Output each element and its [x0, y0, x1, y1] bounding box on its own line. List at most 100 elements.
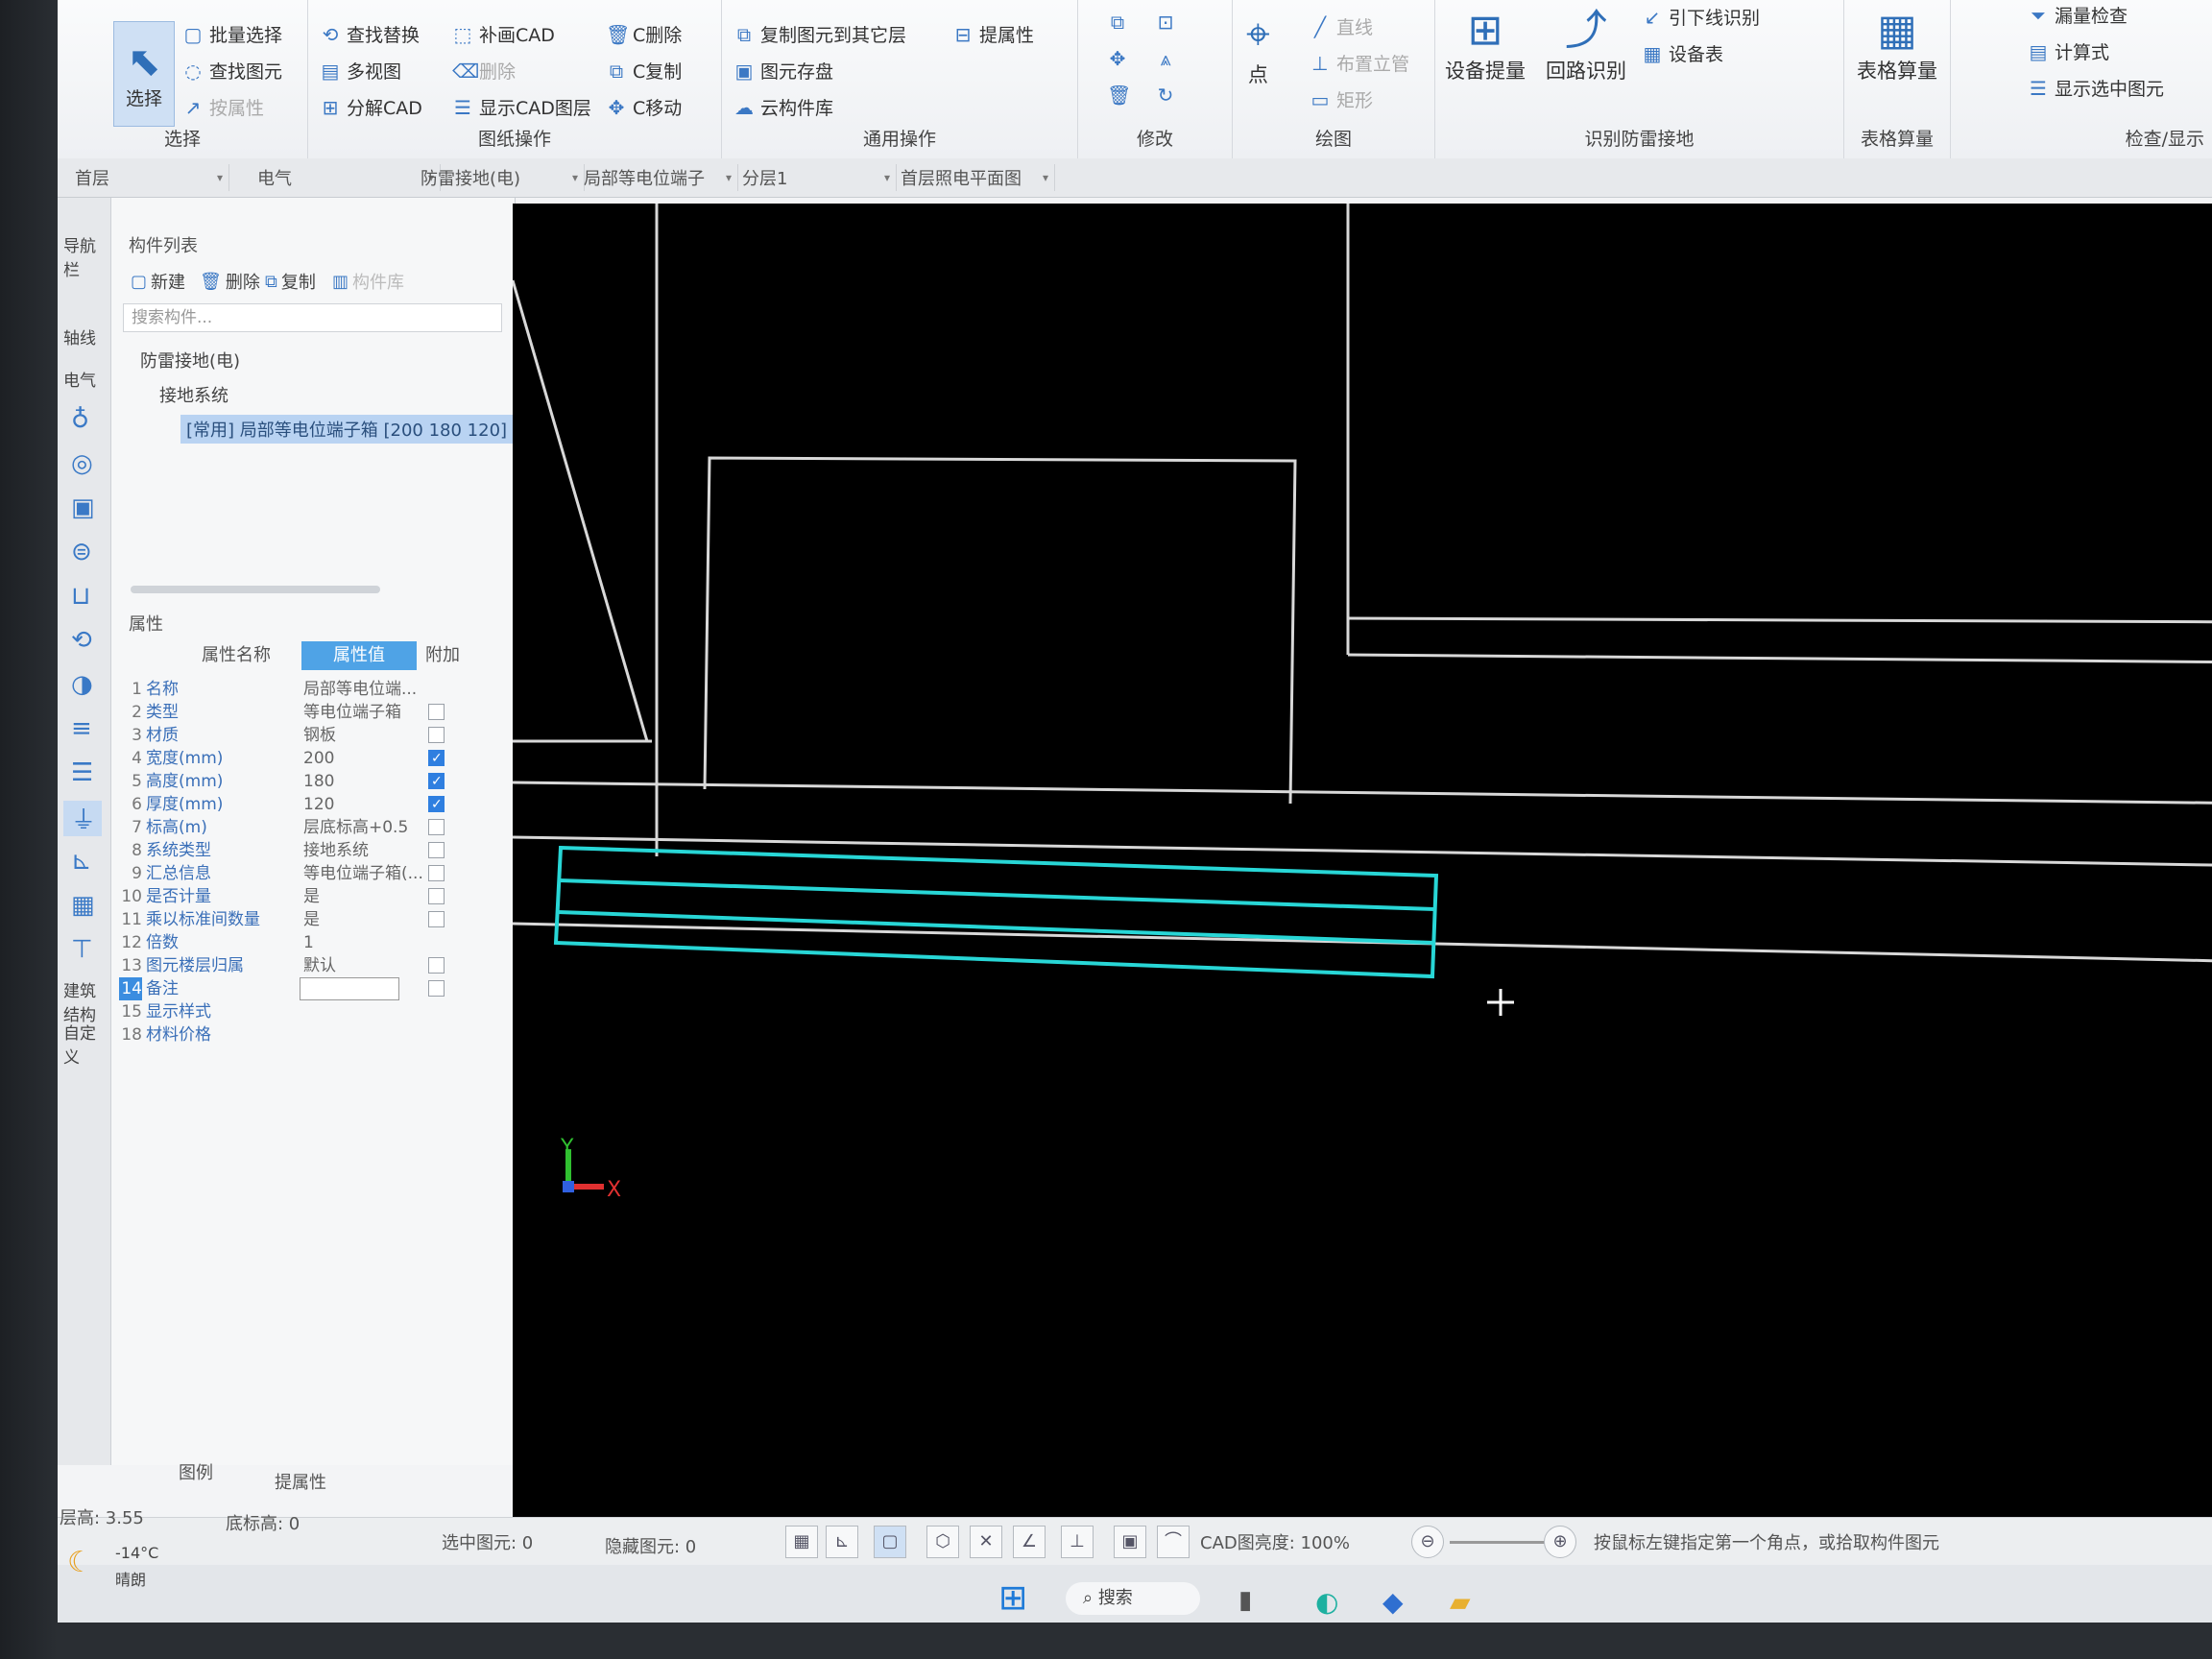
folder-icon[interactable]: ▰: [1450, 1586, 1471, 1618]
property-add-checkbox[interactable]: [428, 957, 445, 974]
explode-cad-button[interactable]: ⊞ 分解CAD: [320, 94, 422, 120]
property-row[interactable]: 5 高度(mm) 180: [111, 770, 515, 793]
lamp-icon[interactable]: ♁: [71, 405, 89, 434]
socket-icon[interactable]: ◎: [71, 449, 93, 478]
show-selected-button[interactable]: ☰ 显示选中图元: [2028, 75, 2164, 101]
table-calc-button[interactable]: ▦ 表格算量: [1844, 6, 1950, 84]
tab-pick-attr[interactable]: 提属性: [275, 1469, 326, 1494]
property-value[interactable]: 120: [303, 793, 334, 816]
property-add-checkbox[interactable]: [428, 865, 445, 881]
property-add-checkbox[interactable]: [428, 980, 445, 997]
app-icon[interactable]: ◆: [1382, 1586, 1404, 1618]
rotate-tool-button[interactable]: ↻: [1155, 84, 1176, 106]
property-value[interactable]: 默认: [303, 954, 336, 977]
component-library-button[interactable]: ▥ 构件库: [332, 269, 404, 294]
property-add-checkbox[interactable]: [428, 704, 445, 720]
cad-canvas[interactable]: X Y: [513, 204, 2212, 1517]
list-scrollbar[interactable]: [131, 586, 380, 593]
property-row[interactable]: 14 备注: [111, 977, 515, 1000]
property-row[interactable]: 2 类型 等电位端子箱: [111, 701, 515, 724]
property-add-checkbox[interactable]: [428, 747, 445, 770]
c-copy-button[interactable]: ⧉ C复制: [606, 58, 682, 84]
property-row[interactable]: 1 名称 局部等电位端...: [111, 678, 515, 701]
save-element-button[interactable]: ▣ 图元存盘: [733, 58, 833, 84]
zoom-in-icon[interactable]: ⊕: [1544, 1526, 1576, 1558]
delete-tool-button[interactable]: 🗑: [1107, 84, 1131, 106]
property-row[interactable]: 7 标高(m) 层底标高+0.5: [111, 816, 515, 839]
copy-tool-button[interactable]: ⧉: [1107, 12, 1128, 33]
connector-icon[interactable]: ⊾: [71, 847, 92, 876]
find-element-button[interactable]: ◌ 查找图元: [182, 58, 282, 84]
cloud-library-button[interactable]: ☁ 云构件库: [733, 94, 833, 120]
property-value[interactable]: 180: [303, 770, 334, 793]
layer-toggle-icon[interactable]: ▣: [1114, 1526, 1146, 1558]
property-value[interactable]: 1: [303, 931, 314, 954]
c-delete-button[interactable]: 🗑 C删除: [606, 21, 682, 47]
windows-start-icon[interactable]: ⊞: [998, 1578, 1027, 1618]
nav-axis[interactable]: 轴线: [63, 325, 96, 349]
property-value[interactable]: 层底标高+0.5: [303, 816, 408, 839]
property-value[interactable]: 钢板: [303, 724, 336, 747]
copy-component-button[interactable]: ⧉ 复制: [265, 269, 316, 294]
taskbar-search[interactable]: ⌕ 搜索: [1066, 1582, 1200, 1615]
arc-icon[interactable]: ⌒: [1157, 1526, 1190, 1558]
tree-child[interactable]: 接地系统: [159, 382, 228, 407]
find-replace-button[interactable]: ⟲ 查找替换: [320, 21, 420, 47]
device-icon[interactable]: ◑: [71, 670, 93, 699]
property-add-checkbox[interactable]: [428, 911, 445, 927]
property-add-checkbox[interactable]: [428, 842, 445, 858]
nav-custom[interactable]: 自定义: [63, 1020, 110, 1068]
property-value[interactable]: 局部等电位端...: [303, 678, 417, 701]
dim-icon[interactable]: ⊥: [1061, 1526, 1094, 1558]
device-count-button[interactable]: ⊞ 设备提量: [1445, 6, 1526, 84]
selected-terminal-box[interactable]: [553, 845, 1439, 979]
rect-button[interactable]: ▭ 矩形: [1310, 86, 1373, 112]
conduit-icon[interactable]: ☰: [71, 758, 93, 787]
mirror-tool-button[interactable]: ⩓: [1155, 48, 1176, 69]
by-attr-button[interactable]: ↗ 按属性: [182, 94, 264, 120]
property-add-checkbox[interactable]: [428, 793, 445, 816]
missing-check-button[interactable]: ⏷ 漏量检查: [2028, 2, 2128, 28]
mesh-icon[interactable]: ▦: [71, 891, 95, 920]
pick-attr-button[interactable]: ⊟ 提属性: [952, 21, 1034, 47]
property-row[interactable]: 10 是否计量 是: [111, 885, 515, 908]
point-button[interactable]: ⌖ 点: [1246, 10, 1270, 88]
downconductor-identify-button[interactable]: ↙ 引下线识别: [1642, 4, 1760, 30]
property-value[interactable]: 接地系统: [303, 839, 369, 862]
property-add-checkbox[interactable]: [428, 888, 445, 904]
property-row[interactable]: 8 系统类型 接地系统: [111, 839, 515, 862]
tree-root[interactable]: 防雷接地(电): [140, 348, 240, 373]
c-move-button[interactable]: ✥ C移动: [606, 94, 683, 120]
drawing-dropdown[interactable]: 首层照电平面图: [893, 164, 1055, 191]
property-row[interactable]: 18 材料价格: [111, 1023, 515, 1046]
select-box-icon[interactable]: ▢: [874, 1526, 906, 1558]
cable-icon[interactable]: ≡: [71, 714, 92, 743]
move-tool-button[interactable]: ✥: [1107, 48, 1128, 69]
edge-icon[interactable]: ◐: [1315, 1586, 1338, 1618]
grounding-icon[interactable]: ⏚: [63, 801, 102, 836]
batch-select-button[interactable]: ▢ 批量选择: [182, 21, 282, 47]
layer-dropdown[interactable]: 分层1: [734, 164, 897, 191]
patch-cad-button[interactable]: ⬚ 补画CAD: [452, 21, 555, 47]
property-value[interactable]: 是: [303, 908, 320, 931]
copy-to-layer-button[interactable]: ⧉ 复制图元到其它层: [733, 21, 906, 47]
line-button[interactable]: ╱ 直线: [1310, 13, 1373, 39]
zoom-out-icon[interactable]: ⊖: [1411, 1526, 1444, 1558]
property-add-checkbox[interactable]: [428, 819, 445, 835]
property-row[interactable]: 12 倍数 1: [111, 931, 515, 954]
tray-icon[interactable]: ⊔: [71, 582, 90, 611]
property-value[interactable]: 等电位端子箱: [303, 701, 401, 724]
circuit-identify-button[interactable]: ⤴ 回路识别: [1546, 6, 1626, 84]
rod-icon[interactable]: ⊤: [71, 935, 93, 964]
tab-legend[interactable]: 图例: [179, 1459, 213, 1484]
property-row[interactable]: 13 图元楼层归属 默认: [111, 954, 515, 977]
nav-electric[interactable]: 电气: [63, 367, 96, 391]
wire-icon[interactable]: ⟲: [71, 626, 92, 655]
property-row[interactable]: 11 乘以标准间数量 是: [111, 908, 515, 931]
property-row[interactable]: 15 显示样式: [111, 1000, 515, 1023]
multi-view-button[interactable]: ▤ 多视图: [320, 58, 401, 84]
angle-icon[interactable]: ∠: [1013, 1526, 1046, 1558]
nav-structure[interactable]: 建筑结构: [63, 977, 110, 1025]
panel-icon[interactable]: ▣: [71, 493, 95, 522]
tree-selected-item[interactable]: [常用] 局部等电位端子箱 [200 180 120]: [180, 415, 514, 444]
